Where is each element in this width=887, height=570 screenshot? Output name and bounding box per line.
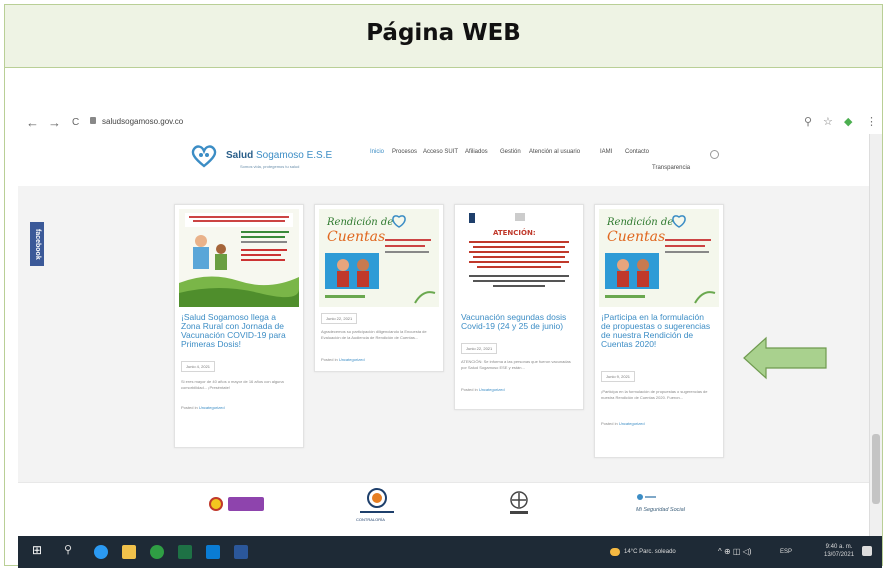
clock-date: 13/07/2021 <box>824 552 855 558</box>
post-date: Junio 9, 2021 <box>601 371 636 382</box>
menu-item-iami[interactable]: IAMI <box>600 149 612 155</box>
search-icon[interactable] <box>710 150 719 159</box>
post-card[interactable]: Rendición de Cuentas Junio 22, 2021 Agra… <box>314 204 444 372</box>
web-page: Salud Sogamoso E.S.E Somos vida, protege… <box>18 134 870 559</box>
government-logo-icon[interactable] <box>208 493 268 515</box>
brand-main: Salud <box>226 150 254 161</box>
post-category: Posted in Uncategorized <box>321 357 365 362</box>
menu-item-afiliados[interactable]: Afiliados <box>465 149 488 155</box>
post-excerpt: Agradecemos su participación diligencian… <box>321 329 427 340</box>
chrome-icon[interactable] <box>150 545 164 559</box>
file-explorer-icon[interactable] <box>122 545 136 559</box>
left-arrow-icon <box>743 336 827 380</box>
brand-name[interactable]: Salud Sogamoso E.S.E <box>226 150 332 161</box>
art-rendicion-1: Rendición de <box>326 217 393 228</box>
art-rendicion-1: Rendición de <box>606 217 673 228</box>
tagline: Somos vida, protegemos tu salud <box>240 164 300 169</box>
star-icon[interactable]: ☆ <box>823 115 833 128</box>
seguridad-label: Mi Seguridad Social <box>636 507 685 513</box>
windows-start-icon[interactable]: ⊞ <box>32 543 46 557</box>
zoom-icon[interactable]: ⚲ <box>804 115 812 128</box>
post-image[interactable]: Rendición de Cuentas <box>319 209 439 307</box>
rendicion-poster-icon: Rendición de Cuentas <box>599 209 719 307</box>
category-link[interactable]: Uncategorized <box>619 421 645 426</box>
scrollbar[interactable] <box>869 134 882 536</box>
menu-item-atencion[interactable]: Atención al usuario <box>529 149 580 155</box>
seguridad-logo-icon[interactable] <box>636 493 656 501</box>
post-title[interactable]: ¡Participa en la formulación de propuest… <box>601 313 715 349</box>
forward-button[interactable]: → <box>48 115 61 130</box>
brand-sub: Sogamoso E.S.E <box>256 150 333 161</box>
minsalud-logo-icon[interactable] <box>506 489 532 517</box>
menu-item-contacto[interactable]: Contacto <box>625 149 649 155</box>
category-link[interactable]: Uncategorized <box>339 357 365 362</box>
weather-text[interactable]: 14°C Parc. soleado <box>624 549 676 555</box>
post-date: Junio 22, 2021 <box>461 343 498 354</box>
menu-item-gestion[interactable]: Gestión <box>500 149 521 155</box>
atencion-poster-icon: ATENCIÓN: <box>459 209 579 307</box>
post-date: Junio 22, 2021 <box>321 313 358 324</box>
posted-prefix: Posted in <box>321 357 338 362</box>
post-excerpt: ATENCIÓN: Se informa a las personas que … <box>461 359 571 370</box>
post-date: Junio 4, 2021 <box>181 361 216 372</box>
site-header: Salud Sogamoso E.S.E Somos vida, protege… <box>18 134 870 186</box>
contraloria-label: CONTRALORÍA <box>356 517 385 522</box>
lock-icon <box>90 117 96 124</box>
post-category: Posted in Uncategorized <box>181 405 225 410</box>
url-text[interactable]: saludsogamoso.gov.co <box>102 117 183 126</box>
post-card[interactable]: ¡Salud Sogamoso llega a Zona Rural con J… <box>174 204 304 448</box>
rendicion-poster-icon: Rendición de Cuentas <box>319 209 439 307</box>
post-card[interactable]: Rendición de Cuentas ¡Participa en la fo… <box>594 204 724 458</box>
posted-prefix: Posted in <box>181 405 198 410</box>
post-image[interactable] <box>179 209 299 307</box>
slide-title: Página WEB <box>366 20 521 46</box>
scrollbar-thumb[interactable] <box>872 434 880 504</box>
extension-icon[interactable]: ◆ <box>844 115 852 128</box>
tray-icons-icon[interactable]: ^ ⊕ ◫ ◁) <box>718 547 752 556</box>
post-excerpt: ¡Participa en la formulación de propuest… <box>601 389 708 400</box>
post-image[interactable]: ATENCIÓN: <box>459 209 579 307</box>
menu-item-procesos[interactable]: Procesos <box>392 149 417 155</box>
category-link[interactable]: Uncategorized <box>199 405 225 410</box>
art-atencion: ATENCIÓN: <box>493 228 536 237</box>
search-icon[interactable]: ⚲ <box>64 543 78 557</box>
back-button[interactable]: ← <box>26 115 39 130</box>
posted-prefix: Posted in <box>601 421 618 426</box>
windows-taskbar: ⊞ ⚲ 14°C Parc. soleado ^ ⊕ ◫ ◁) ESP 9:40… <box>18 536 882 568</box>
post-title[interactable]: ¡Salud Sogamoso llega a Zona Rural con J… <box>181 313 295 349</box>
menu-item-transparencia[interactable]: Transparencia <box>652 165 690 171</box>
store-icon[interactable] <box>206 545 220 559</box>
facebook-tab[interactable]: facebook <box>30 222 44 266</box>
menu-dots-icon[interactable]: ⋮ <box>866 115 877 128</box>
title-band: Página WEB <box>5 5 882 68</box>
edge-icon[interactable] <box>94 545 108 559</box>
post-title[interactable]: Vacunación segundas dosis Covid-19 (24 y… <box>461 313 575 331</box>
menu-item-acceso-suit[interactable]: Acceso SUIT <box>423 149 458 155</box>
reload-button[interactable]: C <box>72 117 79 128</box>
post-excerpt: Si eres mayor de 40 años o mayor de 16 a… <box>181 379 284 390</box>
posted-prefix: Posted in <box>461 387 478 392</box>
category-link[interactable]: Uncategorized <box>479 387 505 392</box>
post-card[interactable]: ATENCIÓN: Vacunación segundas dosis Covi… <box>454 204 584 410</box>
heart-logo-icon[interactable] <box>190 144 218 168</box>
post-category: Posted in Uncategorized <box>461 387 505 392</box>
language-indicator[interactable]: ESP <box>780 549 792 555</box>
vaccination-poster-icon <box>179 209 299 307</box>
post-category: Posted in Uncategorized <box>601 421 645 426</box>
art-rendicion-2: Cuentas <box>327 229 385 245</box>
contraloria-logo-icon[interactable] <box>352 487 402 517</box>
clock-time: 9:40 a. m. <box>825 544 853 550</box>
art-rendicion-2: Cuentas <box>607 229 665 245</box>
post-image[interactable]: Rendición de Cuentas <box>599 209 719 307</box>
notification-icon[interactable] <box>862 546 872 556</box>
clock[interactable]: 9:40 a. m. 13/07/2021 <box>824 543 854 559</box>
menu-item-inicio[interactable]: Inicio <box>370 149 384 155</box>
weather-icon[interactable] <box>610 548 620 556</box>
address-bar: ← → C saludsogamoso.gov.co ⚲ ☆ ◆ ⋮ <box>18 112 882 135</box>
excel-icon[interactable] <box>178 545 192 559</box>
word-icon[interactable] <box>234 545 248 559</box>
